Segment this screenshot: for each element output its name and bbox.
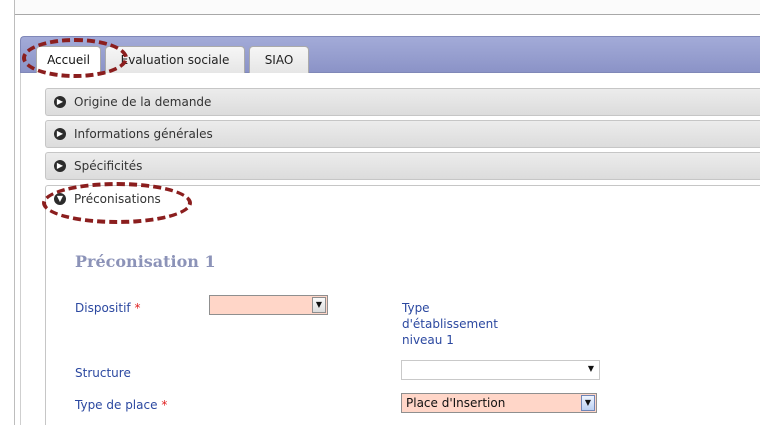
dispositif-select[interactable]: ▼ [209, 295, 328, 315]
annotation-circle-preconisations [42, 182, 192, 224]
annotation-circle-accueil [22, 38, 128, 78]
tab-label: Evaluation sociale [120, 53, 230, 67]
dropdown-arrow-icon: ▼ [587, 364, 594, 373]
type-de-place-label: Type de place * [75, 398, 167, 412]
structure-select[interactable]: ▼ [401, 360, 600, 380]
dispositif-label-text: Dispositif [75, 301, 131, 315]
accordion-label: Informations générales [74, 127, 213, 141]
circle-arrow-right-icon: ▶ [54, 128, 66, 140]
accordion-specificites[interactable]: ▶ Spécificités [45, 152, 760, 180]
window-top-border [14, 0, 760, 15]
type-de-place-select[interactable]: Place d'Insertion ▼ [401, 393, 597, 413]
dropdown-arrow-icon[interactable]: ▼ [312, 297, 326, 313]
accordion-informations-generales[interactable]: ▶ Informations générales [45, 120, 760, 148]
accordion-origine-demande[interactable]: ▶ Origine de la demande [45, 88, 760, 116]
structure-label: Structure [75, 366, 131, 380]
required-marker: * [134, 301, 141, 315]
accordion-label: Origine de la demande [74, 95, 212, 109]
tab-siao[interactable]: SIAO [249, 46, 309, 73]
type-etablissement-label: Type d'établissement niveau 1 [402, 301, 498, 347]
type-de-place-select-value: Place d'Insertion [406, 396, 506, 410]
section-title: Préconisation 1 [75, 252, 216, 271]
dispositif-label: Dispositif * [75, 301, 140, 315]
circle-arrow-right-icon: ▶ [54, 96, 66, 108]
dropdown-arrow-icon[interactable]: ▼ [581, 395, 595, 411]
tab-label: SIAO [264, 53, 294, 67]
required-marker: * [161, 398, 168, 412]
type-de-place-label-text: Type de place [75, 398, 158, 412]
accordion-label: Spécificités [74, 159, 143, 173]
circle-arrow-right-icon: ▶ [54, 160, 66, 172]
window-left-border [14, 0, 15, 425]
